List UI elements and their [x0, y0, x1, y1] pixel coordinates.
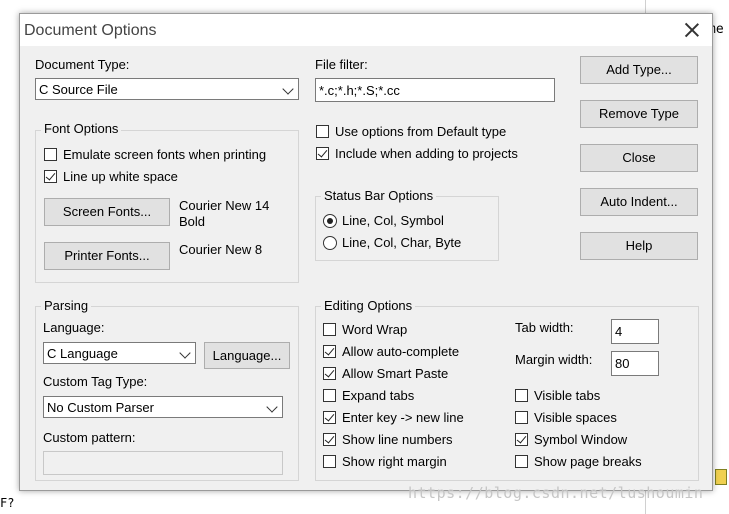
emulate-fonts-box — [44, 148, 57, 161]
font-options-title: Font Options — [41, 121, 122, 136]
emulate-fonts-label: Emulate screen fonts when printing — [63, 147, 267, 162]
right-margin-label: Show right margin — [342, 454, 447, 469]
auto-complete-box — [323, 345, 336, 358]
expand-tabs-box — [323, 389, 336, 402]
use-default-label: Use options from Default type — [335, 124, 507, 139]
chevron-down-icon — [266, 401, 278, 413]
printer-fonts-label: Printer Fonts... — [64, 248, 150, 263]
margin-width-label: Margin width: — [515, 352, 593, 367]
symbol-window-label: Symbol Window — [534, 432, 628, 447]
auto-indent-button[interactable]: Auto Indent... — [580, 188, 698, 216]
enter-key-label: Enter key -> new line — [342, 410, 464, 425]
custom-pattern-input[interactable] — [43, 451, 283, 475]
chevron-down-icon — [282, 83, 294, 95]
lineup-whitespace-label: Line up white space — [63, 169, 178, 184]
file-filter-label: File filter: — [315, 57, 368, 72]
page-breaks-label: Show page breaks — [534, 454, 642, 469]
remove-type-label: Remove Type — [599, 106, 679, 121]
visible-spaces-box — [515, 411, 528, 424]
tab-width-label: Tab width: — [515, 320, 574, 335]
include-projects-label: Include when adding to projects — [335, 146, 518, 161]
printer-font-name: Courier New 8 — [179, 242, 263, 257]
help-label: Help — [625, 238, 653, 253]
editing-options-title: Editing Options — [321, 298, 416, 313]
status-bar-title: Status Bar Options — [321, 188, 437, 203]
tab-width-value: 4 — [615, 324, 623, 339]
document-type-select[interactable]: C Source File — [35, 78, 299, 100]
visible-spaces-label: Visible spaces — [534, 410, 617, 425]
expand-tabs-label: Expand tabs — [342, 388, 415, 403]
printer-fonts-button[interactable]: Printer Fonts... — [44, 242, 170, 270]
language-select[interactable]: C Language — [43, 342, 196, 364]
document-type-value: C Source File — [39, 82, 118, 97]
parsing-title: Parsing — [41, 298, 92, 313]
document-type-label: Document Type: — [35, 57, 130, 72]
smart-paste-label: Allow Smart Paste — [342, 366, 449, 381]
status-option-symbol-label: Line, Col, Symbol — [342, 213, 444, 228]
visible-tabs-box — [515, 389, 528, 402]
lineup-whitespace-box — [44, 170, 57, 183]
screen-font-name: Courier New 14 — [179, 198, 270, 213]
page-breaks-box — [515, 455, 528, 468]
language-button-label: Language... — [212, 348, 282, 363]
screen-font-style: Bold — [179, 214, 206, 229]
screen-fonts-label: Screen Fonts... — [62, 204, 152, 219]
file-filter-value: *.c;*.h;*.S;*.cc — [319, 83, 400, 98]
visible-tabs-label: Visible tabs — [534, 388, 601, 403]
include-projects-box — [316, 147, 329, 160]
margin-width-input[interactable]: 80 — [611, 351, 659, 376]
margin-width-value: 80 — [615, 356, 630, 371]
status-option-byte-label: Line, Col, Char, Byte — [342, 235, 462, 250]
use-default-box — [316, 125, 329, 138]
tab-width-input[interactable]: 4 — [611, 319, 659, 344]
background-folder-icon — [715, 469, 727, 485]
right-margin-box — [323, 455, 336, 468]
language-value: C Language — [47, 346, 118, 361]
auto-indent-label: Auto Indent... — [600, 194, 678, 209]
dialog-title: Document Options — [24, 22, 157, 39]
close-icon[interactable] — [682, 20, 702, 40]
close-button[interactable]: Close — [580, 144, 698, 172]
language-label: Language: — [43, 320, 105, 335]
title-bar: Document Options — [20, 14, 712, 46]
enter-key-box — [323, 411, 336, 424]
status-bar-group — [315, 196, 499, 261]
background-status-text: F? — [0, 496, 15, 510]
custom-tag-value: No Custom Parser — [47, 400, 154, 415]
word-wrap-box — [323, 323, 336, 336]
close-label: Close — [622, 150, 656, 165]
add-type-label: Add Type... — [606, 62, 672, 77]
watermark-text: https://blog.csdn.net/lushoumin — [408, 484, 704, 502]
help-button[interactable]: Help — [580, 232, 698, 260]
line-numbers-label: Show line numbers — [342, 432, 453, 447]
auto-complete-label: Allow auto-complete — [342, 344, 460, 359]
symbol-window-box — [515, 433, 528, 446]
remove-type-button[interactable]: Remove Type — [580, 100, 698, 128]
word-wrap-label: Word Wrap — [342, 322, 408, 337]
add-type-button[interactable]: Add Type... — [580, 56, 698, 84]
custom-tag-label: Custom Tag Type: — [43, 374, 148, 389]
file-filter-input[interactable]: *.c;*.h;*.S;*.cc — [315, 78, 555, 102]
status-option-byte-dot — [323, 236, 337, 250]
language-button[interactable]: Language... — [204, 342, 290, 369]
document-options-dialog: Document Options Document Type: C Source… — [19, 13, 713, 491]
smart-paste-box — [323, 367, 336, 380]
custom-pattern-label: Custom pattern: — [43, 430, 136, 445]
screen-fonts-button[interactable]: Screen Fonts... — [44, 198, 170, 226]
line-numbers-box — [323, 433, 336, 446]
custom-tag-select[interactable]: No Custom Parser — [43, 396, 283, 418]
chevron-down-icon — [179, 347, 191, 359]
status-option-symbol-dot — [323, 214, 337, 228]
